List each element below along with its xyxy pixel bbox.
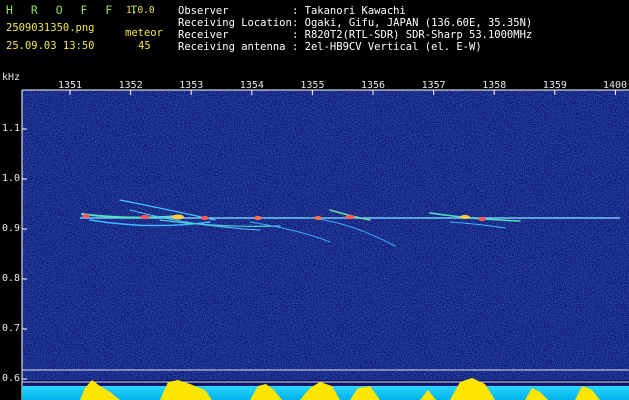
observer-value: : Takanori Kawachi xyxy=(292,5,406,17)
y-tick-label: 0.8 xyxy=(2,273,21,284)
location-value: : Ogaki, Gifu, JAPAN (136.60E, 35.35N) xyxy=(292,17,533,29)
x-tick-label: 1400 xyxy=(603,80,628,91)
x-tick-label: 1354 xyxy=(239,80,264,91)
echo-hotspot xyxy=(478,217,486,221)
antenna-value: : 2el-HB9CV Vertical (el. E-W) xyxy=(292,41,482,53)
y-tick-label: 1.0 xyxy=(2,173,21,184)
x-tick-label: 1355 xyxy=(300,80,325,91)
echo-hotspot xyxy=(460,215,470,219)
noise-texture xyxy=(22,90,629,380)
x-tick-label: 1359 xyxy=(542,80,567,91)
echo-hotspot xyxy=(345,215,355,219)
detection-label: meteor xyxy=(125,27,163,39)
y-tick-label: 0.7 xyxy=(2,323,21,334)
x-tick-label: 1358 xyxy=(482,80,507,91)
x-tick-label: 1356 xyxy=(361,80,386,91)
antenna-label: Receiving antenna xyxy=(178,41,286,53)
echo-hotspot xyxy=(82,214,90,218)
echo-hotspot xyxy=(314,216,322,220)
y-axis-unit: kHz xyxy=(2,72,21,83)
y-tick-label: 0.6 xyxy=(2,373,21,384)
y-tick-label: 1.1 xyxy=(2,123,21,134)
x-tick-label: 1353 xyxy=(179,80,204,91)
spectrogram-display xyxy=(21,89,629,400)
location-label: Receiving Location xyxy=(178,17,292,29)
receiver-label: Receiver xyxy=(178,29,229,41)
date-time: 25.09.03 13:50 xyxy=(6,40,95,52)
y-tick-label: 0.9 xyxy=(2,223,21,234)
app-logo: H R O F F T xyxy=(6,3,143,17)
echo-hotspot xyxy=(140,215,150,219)
app-version: 1.0.0 xyxy=(126,5,155,16)
file-name: 2509031350.png xyxy=(6,22,95,34)
x-tick-label: 1352 xyxy=(118,80,143,91)
receiver-value: : R820T2(RTL-SDR) SDR-Sharp 53.1000MHz xyxy=(292,29,533,41)
x-tick-label: 1351 xyxy=(58,80,83,91)
observer-label: Observer xyxy=(178,5,229,17)
echo-hotspot xyxy=(201,216,209,220)
x-tick-label: 1357 xyxy=(421,80,446,91)
header-panel: H R O F F T 1.0.0 2509031350.png meteor … xyxy=(0,0,629,70)
echo-hotspot xyxy=(172,214,184,220)
detection-count: 45 xyxy=(138,40,151,52)
echo-hotspot xyxy=(254,216,262,220)
